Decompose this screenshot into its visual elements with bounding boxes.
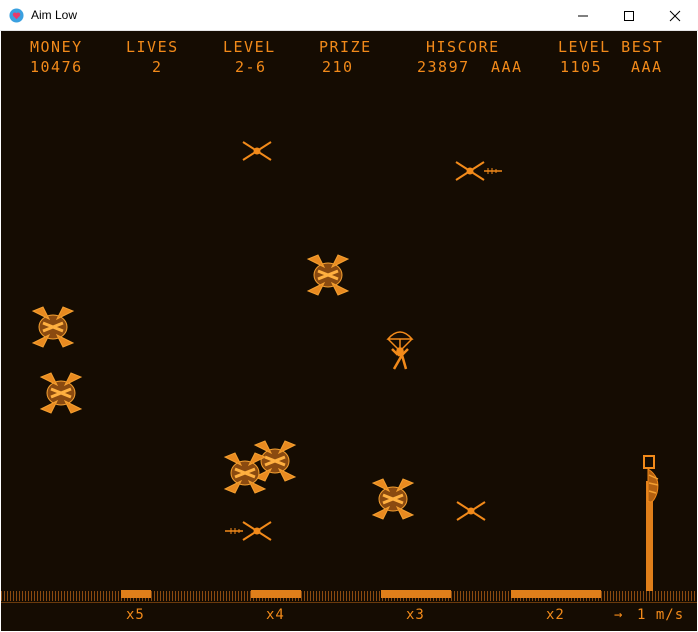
bird-enemy	[456, 501, 486, 521]
hiscore-value: 23897	[417, 58, 470, 76]
windsock-icon	[643, 455, 659, 503]
maximize-button[interactable]	[606, 0, 652, 31]
level-best-value: 1105	[560, 58, 603, 76]
bird-enemy	[242, 141, 272, 161]
close-button[interactable]	[652, 0, 698, 31]
level-value: 2-6	[235, 58, 267, 76]
multiplier-x5: x5	[126, 607, 145, 623]
window-title: Aim Low	[31, 8, 78, 22]
spiky-mine-enemy	[31, 306, 75, 348]
prize-label: PRIZE	[319, 38, 372, 56]
lives-value: 2	[152, 58, 163, 76]
wind-arrow-icon: →	[614, 607, 624, 623]
ground-line	[1, 602, 697, 603]
money-value: 10476	[30, 58, 83, 76]
level-best-name: AAA	[631, 58, 663, 76]
prize-value: 210	[322, 58, 354, 76]
game-canvas[interactable]: MONEY 10476 LIVES 2 LEVEL 2-6 PRIZE 210 …	[1, 31, 697, 631]
spiky-mine-enemy	[306, 254, 350, 296]
landing-pad-x2	[511, 590, 601, 598]
spiky-mine-enemy	[39, 372, 83, 414]
maximize-icon	[624, 11, 634, 21]
bird-enemy	[225, 521, 272, 541]
heart-app-icon	[9, 8, 24, 23]
parachutist-player[interactable]	[386, 327, 414, 371]
landing-pad-x5	[121, 590, 151, 598]
close-icon	[669, 10, 681, 22]
multiplier-x4: x4	[266, 607, 285, 623]
hiscore-name: AAA	[491, 58, 523, 76]
minimize-icon	[578, 15, 588, 17]
title-bar[interactable]: Aim Low	[0, 0, 698, 31]
landing-pad-x4	[251, 590, 301, 598]
lives-label: LIVES	[126, 38, 179, 56]
level-label: LEVEL	[223, 38, 276, 56]
spiky-mine-enemy	[371, 478, 415, 520]
multiplier-x2: x2	[546, 607, 565, 623]
money-label: MONEY	[30, 38, 83, 56]
landing-pad-x3	[381, 590, 451, 598]
hiscore-label: HISCORE	[426, 38, 500, 56]
wind-speed: 1 m/s	[637, 607, 685, 623]
spiky-mine-enemy	[223, 452, 267, 494]
multiplier-x3: x3	[406, 607, 425, 623]
bird-enemy	[455, 161, 502, 181]
minimize-button[interactable]	[560, 0, 606, 31]
level-best-label: LEVEL BEST	[558, 38, 664, 56]
